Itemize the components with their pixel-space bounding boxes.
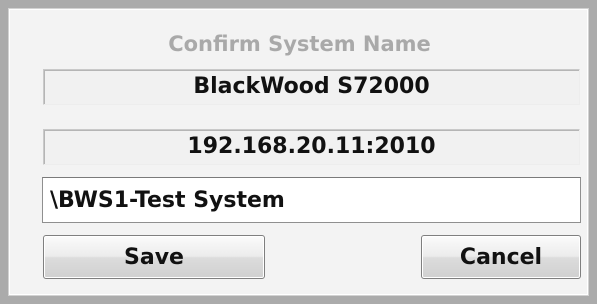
- cancel-button[interactable]: Cancel: [421, 235, 581, 279]
- system-name-input[interactable]: [42, 177, 581, 223]
- dialog-title: Confirm System Name: [168, 32, 431, 56]
- device-model-field: BlackWood S72000: [43, 69, 580, 105]
- address-field: 192.168.20.11:2010: [43, 129, 580, 165]
- save-button[interactable]: Save: [43, 235, 265, 279]
- confirm-system-name-dialog: Confirm System Name BlackWood S72000 192…: [8, 8, 589, 296]
